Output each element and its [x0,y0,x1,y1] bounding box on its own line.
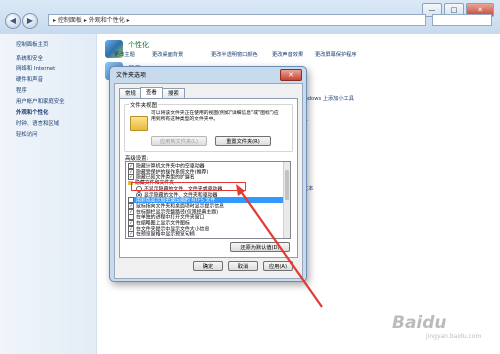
baidu-watermark: Baidu jingyan.baidu.com [392,313,481,340]
watermark-logo-text: Baidu [392,313,447,333]
watermark-url: jingyan.baidu.com [426,333,482,340]
annotation-arrow-icon [236,184,323,308]
control-panel-window: — □ ✕ ◀ ▶ ▸ 控制面板 ▸ 外观和个性化 ▸ 控制面板主页 系统和安全… [0,0,500,354]
